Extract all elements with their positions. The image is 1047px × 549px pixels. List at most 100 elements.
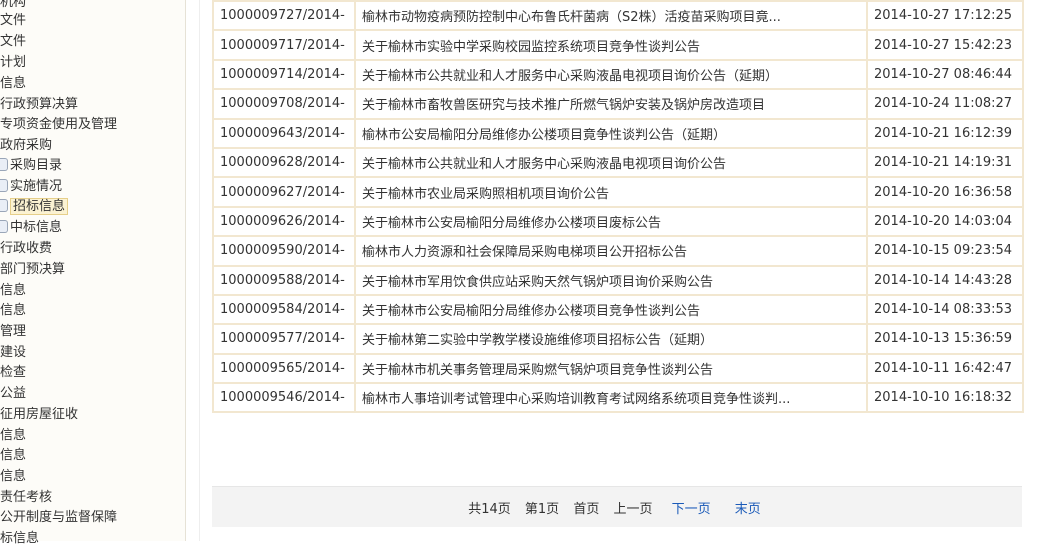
announcement-list: 1000009727/2014- 榆林市动物疫病预防控制中心布鲁氏杆菌病（S2株）…	[212, 0, 1024, 414]
sidebar-item[interactable]: 检查	[0, 362, 26, 383]
table-row: 1000009546/2014- 榆林市人事培训考试管理中心采购培训教育考试网络系…	[212, 382, 1024, 414]
sidebar-item[interactable]: 专项资金使用及管理	[0, 114, 117, 135]
sidebar-item[interactable]: 公开制度与监督保障	[0, 507, 117, 528]
sidebar-item[interactable]: 行政收费	[0, 238, 52, 259]
sidebar-item[interactable]: 信息	[0, 425, 26, 446]
announcement-title-link[interactable]: 关于榆林市公共就业和人才服务中心采购液晶电视项目询价公告	[354, 146, 868, 179]
page-first-button[interactable]: 首页	[573, 502, 599, 517]
announcement-title-link[interactable]: 关于榆林市畜牧兽医研究与技术推广所燃气锅炉安装及锅炉房改造项目	[354, 88, 868, 120]
table-row: 1000009626/2014- 关于榆林市公安局榆阳分局维修办公楼项目废标公告 2…	[212, 205, 1024, 238]
page-total: 共14页	[468, 502, 511, 517]
sidebar-item[interactable]: 公益	[0, 383, 26, 404]
publish-date-cell: 2014-10-27 08:46:44	[866, 58, 1024, 91]
sidebar-item[interactable]: 信息	[0, 280, 26, 301]
sidebar-item[interactable]: 部门预决算	[0, 259, 65, 280]
sidebar-item[interactable]: 文件	[0, 10, 26, 31]
sidebar-item[interactable]: 征用房屋征收	[0, 404, 78, 425]
sidebar-item-label: 招标信息	[10, 198, 69, 215]
table-row: 1000009708/2014- 关于榆林市畜牧兽医研究与技术推广所燃气锅炉安装及…	[212, 88, 1024, 120]
sidebar-item-label: 建设	[0, 345, 27, 360]
folder-icon	[0, 158, 8, 171]
doc-id-cell: 1000009643/2014-	[212, 117, 356, 149]
announcement-title-link[interactable]: 关于榆林市农业局采购照相机项目询价公告	[354, 176, 868, 208]
doc-id-cell: 1000009727/2014-	[212, 0, 356, 32]
doc-id-cell: 1000009714/2014-	[212, 58, 356, 91]
announcement-title-link[interactable]: 榆林市公安局榆阳分局维修办公楼项目竟争性谈判公告（延期）	[354, 117, 868, 149]
table-row: 1000009727/2014- 榆林市动物疫病预防控制中心布鲁氏杆菌病（S2株）…	[212, 0, 1024, 32]
sidebar-item-label: 责任考核	[0, 490, 53, 505]
sidebar-item[interactable]: 责任考核	[0, 487, 52, 508]
sidebar-item[interactable]: 信息	[0, 445, 26, 466]
sidebar-item[interactable]: 文件	[0, 31, 26, 52]
sidebar-item[interactable]: 管理	[0, 321, 26, 342]
sidebar-item-label: 征用房屋征收	[0, 407, 79, 422]
sidebar-item[interactable]: 信息	[0, 466, 26, 487]
publish-date-cell: 2014-10-11 16:42:47	[866, 352, 1024, 385]
page-current: 第1页	[524, 502, 560, 517]
sidebar-item-label: 部门预决算	[0, 262, 66, 277]
sidebar-item[interactable]: 计划	[0, 52, 26, 73]
sidebar-item[interactable]: 实施情况	[0, 176, 62, 197]
table-row: 1000009577/2014- 关于榆林第二实验中学教学楼设施维修项目招标公告（…	[212, 323, 1024, 355]
sidebar-item[interactable]: 信息	[0, 73, 26, 94]
sidebar-item[interactable]: 行政预算决算	[0, 94, 78, 115]
announcement-title-link[interactable]: 关于榆林市公共就业和人才服务中心采购液晶电视项目询价公告（延期）	[354, 58, 868, 91]
doc-id-cell: 1000009708/2014-	[212, 88, 356, 120]
doc-id-cell: 1000009584/2014-	[212, 293, 356, 326]
announcement-title-link[interactable]: 关于榆林市实验中学采购校园监控系统项目竞争性谈判公告	[354, 29, 868, 61]
doc-id-cell: 1000009588/2014-	[212, 264, 356, 296]
sidebar-item-label: 专项资金使用及管理	[0, 117, 118, 132]
table-row: 1000009714/2014- 关于榆林市公共就业和人才服务中心采购液晶电视项目…	[212, 58, 1024, 91]
announcement-title-link[interactable]: 榆林市人事培训考试管理中心采购培训教育考试网络系统项目竞争性谈判...	[354, 382, 868, 414]
doc-id-cell: 1000009565/2014-	[212, 352, 356, 385]
sidebar-item-label: 信息	[0, 428, 27, 443]
announcement-title-link[interactable]: 关于榆林市机关事务管理局采购燃气锅炉项目竞争性谈判公告	[354, 352, 868, 385]
publish-date-cell: 2014-10-13 15:36:59	[866, 323, 1024, 355]
doc-id-cell: 1000009717/2014-	[212, 29, 356, 61]
sidebar-item[interactable]: 信息	[0, 300, 26, 321]
sidebar-item-label: 信息	[0, 303, 27, 318]
page-next-link[interactable]: 下一页	[672, 502, 711, 517]
announcement-title-link[interactable]: 榆林市人力资源和社会保障局采购电梯项目公开招标公告	[354, 235, 868, 267]
sidebar-item-label: 实施情况	[10, 179, 63, 194]
table-row: 1000009565/2014- 关于榆林市机关事务管理局采购燃气锅炉项目竞争性谈…	[212, 352, 1024, 385]
sidebar-item-label: 公益	[0, 386, 27, 401]
publish-date-cell: 2014-10-21 16:12:39	[866, 117, 1024, 149]
folder-icon	[0, 199, 8, 212]
announcement-title-link[interactable]: 关于榆林第二实验中学教学楼设施维修项目招标公告（延期）	[354, 323, 868, 355]
sidebar-item[interactable]: 中标信息	[0, 217, 62, 238]
doc-id-cell: 1000009546/2014-	[212, 382, 356, 414]
doc-id-cell: 1000009590/2014-	[212, 235, 356, 267]
doc-id-cell: 1000009577/2014-	[212, 323, 356, 355]
sidebar-item[interactable]: 政府采购	[0, 135, 52, 156]
sidebar-item[interactable]: 招标信息	[0, 196, 69, 217]
table-row: 1000009628/2014- 关于榆林市公共就业和人才服务中心采购液晶电视项目…	[212, 146, 1024, 179]
publish-date-cell: 2014-10-27 17:12:25	[866, 0, 1024, 32]
announcement-title-link[interactable]: 关于榆林市公安局榆阳分局维修办公楼项目竞争性谈判公告	[354, 293, 868, 326]
sidebar-item-label: 机构	[0, 0, 27, 10]
page-last-link[interactable]: 末页	[735, 502, 761, 517]
doc-id-cell: 1000009628/2014-	[212, 146, 356, 179]
sidebar-item[interactable]: 采购目录	[0, 155, 62, 176]
publish-date-cell: 2014-10-15 09:23:54	[866, 235, 1024, 267]
sidebar-item-label: 信息	[0, 469, 27, 484]
sidebar-item-label: 公开制度与监督保障	[0, 510, 118, 525]
sidebar-item-label: 文件	[0, 13, 27, 28]
sidebar-item-label: 信息	[0, 76, 27, 91]
table-row: 1000009590/2014- 榆林市人力资源和社会保障局采购电梯项目公开招标公…	[212, 235, 1024, 267]
sidebar-item-label: 标信息	[0, 531, 40, 546]
page-prev-button[interactable]: 上一页	[613, 502, 652, 517]
sidebar-item[interactable]: 建设	[0, 342, 26, 363]
publish-date-cell: 2014-10-20 14:03:04	[866, 205, 1024, 238]
sidebar-item[interactable]: 标信息	[0, 528, 39, 549]
publish-date-cell: 2014-10-24 11:08:27	[866, 88, 1024, 120]
sidebar-item-label: 信息	[0, 448, 27, 463]
announcement-title-link[interactable]: 榆林市动物疫病预防控制中心布鲁氏杆菌病（S2株）活疫苗采购项目竟...	[354, 0, 868, 32]
announcement-title-link[interactable]: 关于榆林市公安局榆阳分局维修办公楼项目废标公告	[354, 205, 868, 238]
table-row: 1000009643/2014- 榆林市公安局榆阳分局维修办公楼项目竟争性谈判公告…	[212, 117, 1024, 149]
doc-id-cell: 1000009627/2014-	[212, 176, 356, 208]
announcement-title-link[interactable]: 关于榆林市军用饮食供应站采购天然气锅炉项目询价采购公告	[354, 264, 868, 296]
doc-id-cell: 1000009626/2014-	[212, 205, 356, 238]
sidebar-item-label: 中标信息	[10, 220, 63, 235]
pagination: 共14页 第1页 首页 上一页 下一页 末页	[212, 486, 1022, 527]
